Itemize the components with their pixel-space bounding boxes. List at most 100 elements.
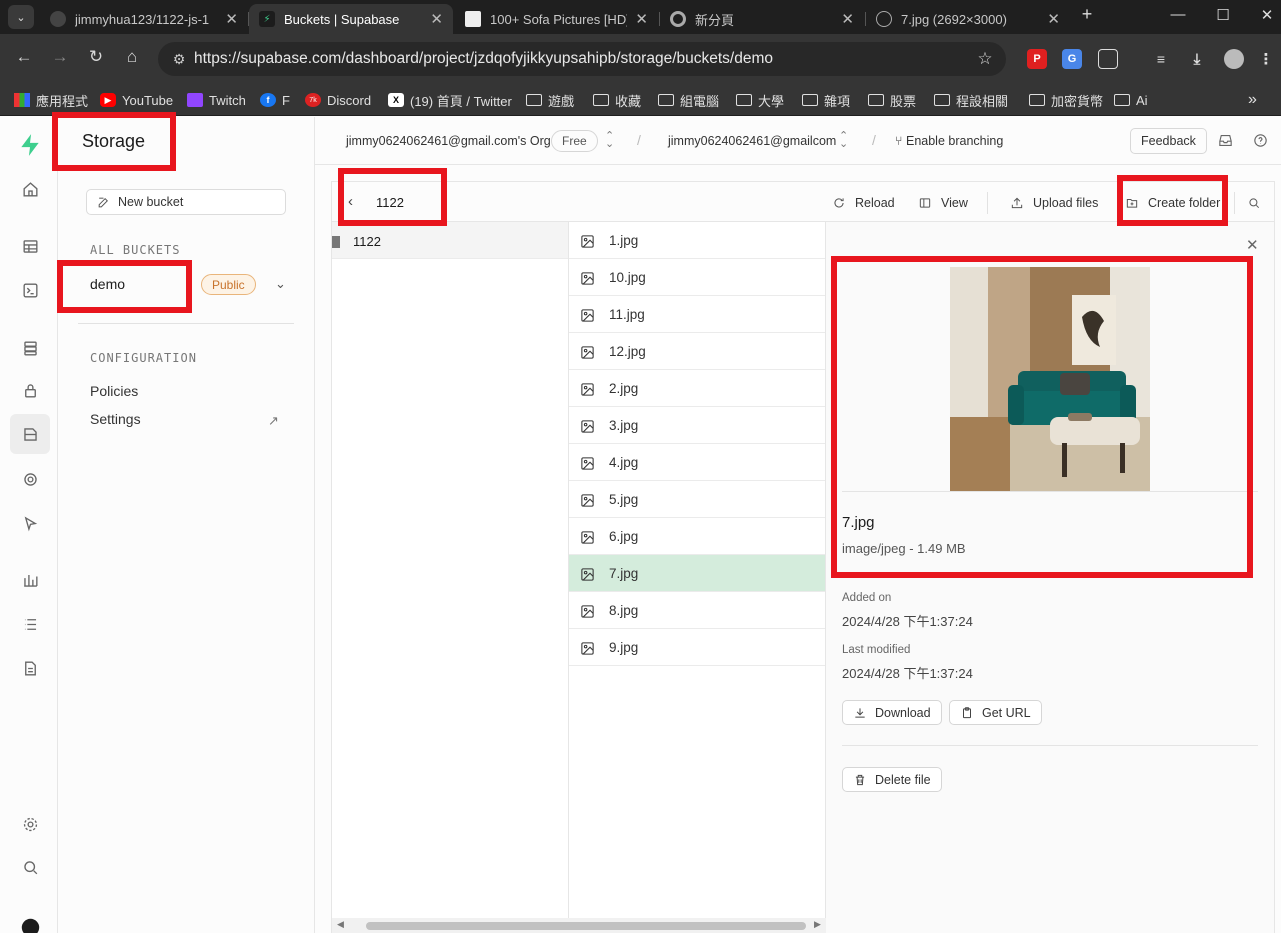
file-item[interactable]: 1.jpg bbox=[569, 222, 825, 259]
minimize-window-icon[interactable]: — bbox=[1167, 6, 1189, 23]
file-item[interactable]: 4.jpg bbox=[569, 444, 825, 481]
new-tab-button[interactable]: + bbox=[1076, 4, 1098, 25]
supabase-logo-icon[interactable] bbox=[10, 125, 50, 165]
settings-link[interactable]: Settings bbox=[90, 411, 141, 427]
site-info-icon[interactable]: ⚙ bbox=[164, 51, 194, 68]
search-files-button[interactable] bbox=[1247, 193, 1270, 213]
forward-arrow-icon[interactable]: → bbox=[48, 47, 72, 67]
media-control-icon[interactable]: ≡ bbox=[1151, 49, 1171, 69]
bookmark-folder[interactable]: 遊戲 bbox=[526, 89, 574, 111]
close-tab-icon[interactable]: ✕ bbox=[225, 10, 238, 28]
close-tab-icon[interactable]: ✕ bbox=[1047, 10, 1060, 28]
back-chevron-icon[interactable]: ‹ bbox=[348, 193, 353, 210]
back-arrow-icon[interactable]: ← bbox=[12, 47, 36, 67]
file-item[interactable]: 8.jpg bbox=[569, 592, 825, 629]
bookmark-star-icon[interactable]: ☆ bbox=[970, 49, 1000, 69]
bookmark-youtube[interactable]: ▶ YouTube bbox=[100, 89, 173, 111]
file-item[interactable]: 2.jpg bbox=[569, 370, 825, 407]
bucket-item-demo[interactable]: demo Public ⌄ bbox=[78, 269, 294, 299]
scroll-right-icon[interactable]: ▶ bbox=[814, 919, 821, 930]
file-item[interactable]: 10.jpg bbox=[569, 259, 825, 296]
scroll-left-icon[interactable]: ◀ bbox=[337, 919, 344, 930]
help-icon[interactable] bbox=[1252, 132, 1270, 150]
get-url-button[interactable]: Get URL bbox=[949, 700, 1042, 725]
bookmark-folder[interactable]: 雜項 bbox=[802, 89, 850, 111]
downloads-icon[interactable]: ⤓ bbox=[1187, 49, 1207, 69]
create-folder-button[interactable]: Create folder bbox=[1125, 193, 1220, 213]
reload-button[interactable]: Reload bbox=[832, 193, 895, 213]
delete-file-button[interactable]: Delete file bbox=[842, 767, 942, 792]
project-switcher-icon[interactable]: ⌃ ⌄ bbox=[839, 131, 848, 150]
close-tab-icon[interactable]: ✕ bbox=[635, 10, 648, 28]
pinterest-extension-icon[interactable]: P bbox=[1027, 49, 1047, 69]
user-avatar-icon[interactable] bbox=[10, 907, 50, 933]
enable-branching-button[interactable]: ⑂ Enable branching bbox=[895, 134, 1003, 148]
download-button[interactable]: Download bbox=[842, 700, 942, 725]
bookmark-folder[interactable]: Ai bbox=[1114, 89, 1148, 111]
inbox-icon[interactable] bbox=[1217, 132, 1235, 150]
address-bar[interactable]: ⚙ https://supabase.com/dashboard/project… bbox=[158, 42, 1006, 76]
file-item[interactable]: 9.jpg bbox=[569, 629, 825, 666]
new-bucket-button[interactable]: New bucket bbox=[86, 189, 286, 215]
bookmark-twitter[interactable]: X (19) 首頁 / Twitter bbox=[388, 89, 512, 111]
project-breadcrumb[interactable]: jimmy0624062461@gmailcom bbox=[668, 134, 836, 148]
bookmark-discord[interactable]: 7k Discord bbox=[305, 89, 371, 111]
tab-github[interactable]: jimmyhua123/1122-js-1 ✕ bbox=[40, 4, 248, 34]
bookmark-apps[interactable]: 應用程式 bbox=[14, 89, 88, 111]
file-item[interactable]: 5.jpg bbox=[569, 481, 825, 518]
maximize-window-icon[interactable]: ☐ bbox=[1212, 6, 1234, 24]
tab-sofa-pictures[interactable]: 100+ Sofa Pictures [HD] ✕ bbox=[455, 4, 658, 34]
file-item[interactable]: 12.jpg bbox=[569, 333, 825, 370]
org-switcher-icon[interactable]: ⌃ ⌄ bbox=[605, 131, 614, 150]
bookmark-folder[interactable]: 大學 bbox=[736, 89, 784, 111]
tab-search-menu-button[interactable]: ⌄ bbox=[8, 5, 34, 29]
api-docs-icon[interactable] bbox=[10, 648, 50, 688]
table-editor-icon[interactable] bbox=[10, 226, 50, 266]
view-button[interactable]: View bbox=[918, 193, 968, 213]
authentication-lock-icon[interactable] bbox=[10, 370, 50, 410]
database-icon[interactable] bbox=[10, 328, 50, 368]
tab-image-7jpg[interactable]: 7.jpg (2692×3000) ✕ bbox=[866, 4, 1070, 34]
org-breadcrumb[interactable]: jimmy0624062461@gmail.com's Org bbox=[346, 134, 551, 148]
profile-avatar[interactable] bbox=[1224, 49, 1244, 69]
bookmark-folder[interactable]: 股票 bbox=[868, 89, 916, 111]
file-item-selected[interactable]: 7.jpg bbox=[569, 555, 825, 592]
close-window-icon[interactable]: ✕ bbox=[1256, 6, 1278, 24]
folder-item-1122[interactable]: 1122 bbox=[332, 222, 568, 259]
bookmark-twitch[interactable]: Twitch bbox=[187, 89, 246, 111]
settings-gear-icon[interactable] bbox=[10, 804, 50, 844]
reports-chart-icon[interactable] bbox=[10, 560, 50, 600]
close-tab-icon[interactable]: ✕ bbox=[430, 10, 443, 28]
more-bookmarks-button[interactable]: » bbox=[1248, 89, 1257, 111]
close-tab-icon[interactable]: ✕ bbox=[841, 10, 854, 28]
sql-editor-icon[interactable] bbox=[10, 270, 50, 310]
reload-page-icon[interactable]: ↻ bbox=[84, 47, 108, 67]
search-icon[interactable] bbox=[10, 847, 50, 887]
upload-files-button[interactable]: Upload files bbox=[1010, 193, 1098, 213]
translate-extension-icon[interactable]: G bbox=[1062, 49, 1082, 69]
bookmark-folder[interactable]: 組電腦 bbox=[658, 89, 719, 111]
storage-icon[interactable] bbox=[10, 414, 50, 454]
bookmark-folder[interactable]: 加密貨幣 bbox=[1029, 89, 1103, 111]
tab-supabase[interactable]: ⚡ Buckets | Supabase ✕ bbox=[249, 4, 453, 34]
bookmark-facebook[interactable]: f F bbox=[260, 89, 290, 111]
file-item[interactable]: 3.jpg bbox=[569, 407, 825, 444]
feedback-button[interactable]: Feedback bbox=[1130, 128, 1207, 154]
close-preview-icon[interactable]: ✕ bbox=[1246, 236, 1259, 254]
home-icon[interactable]: ⌂ bbox=[120, 47, 144, 67]
scrollbar-thumb[interactable] bbox=[366, 922, 806, 930]
browser-menu-icon[interactable]: ⋮ bbox=[1256, 49, 1276, 69]
policies-link[interactable]: Policies bbox=[90, 383, 138, 399]
logs-list-icon[interactable] bbox=[10, 604, 50, 644]
home-icon[interactable] bbox=[10, 169, 50, 209]
extensions-puzzle-icon[interactable] bbox=[1098, 49, 1118, 69]
file-item[interactable]: 11.jpg bbox=[569, 296, 825, 333]
tab-new-tab[interactable]: 新分頁 ✕ bbox=[660, 4, 864, 34]
url-text[interactable]: https://supabase.com/dashboard/project/j… bbox=[194, 50, 970, 68]
horizontal-scrollbar[interactable]: ◀ ▶ bbox=[332, 918, 826, 933]
realtime-cursor-icon[interactable] bbox=[10, 503, 50, 543]
chevron-down-icon[interactable]: ⌄ bbox=[275, 276, 286, 292]
edge-functions-icon[interactable] bbox=[10, 459, 50, 499]
file-item[interactable]: 6.jpg bbox=[569, 518, 825, 555]
bookmark-folder[interactable]: 收藏 bbox=[593, 89, 641, 111]
